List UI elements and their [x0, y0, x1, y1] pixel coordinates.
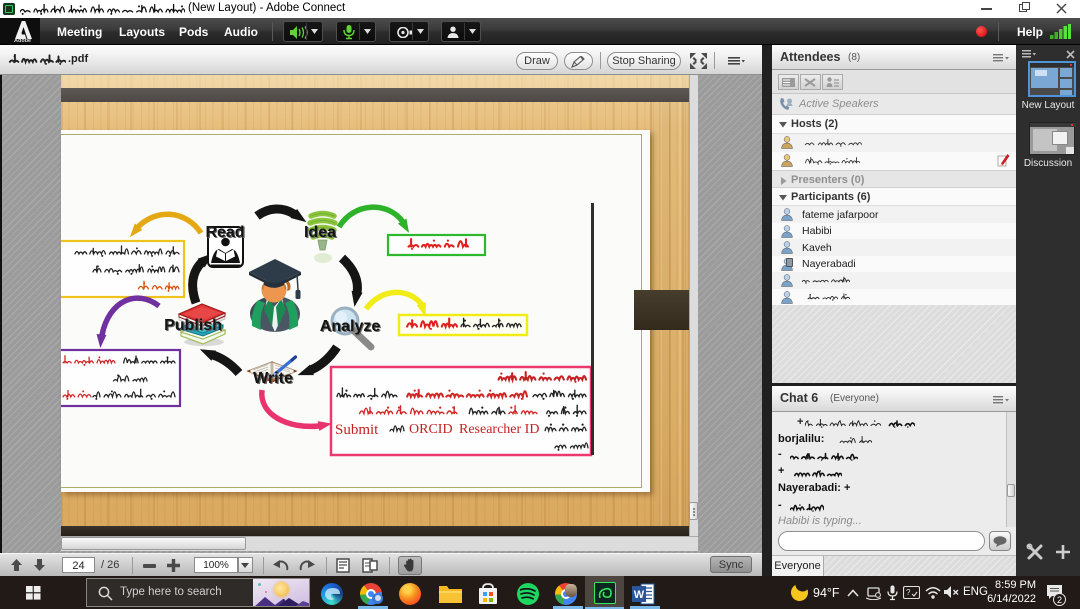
- svg-text:Submit: Submit: [335, 422, 379, 438]
- svg-text:Idea: Idea: [304, 224, 336, 241]
- svg-text:Analyze: Analyze: [320, 318, 381, 335]
- svg-text:Read: Read: [205, 224, 244, 241]
- svg-text:Researcher ID: Researcher ID: [459, 422, 539, 437]
- svg-text:Publish: Publish: [164, 317, 222, 334]
- svg-text:W: W: [634, 589, 645, 601]
- svg-text:?: ?: [906, 588, 911, 597]
- svg-text:Write: Write: [253, 370, 293, 387]
- svg-text:ORCID: ORCID: [409, 422, 453, 437]
